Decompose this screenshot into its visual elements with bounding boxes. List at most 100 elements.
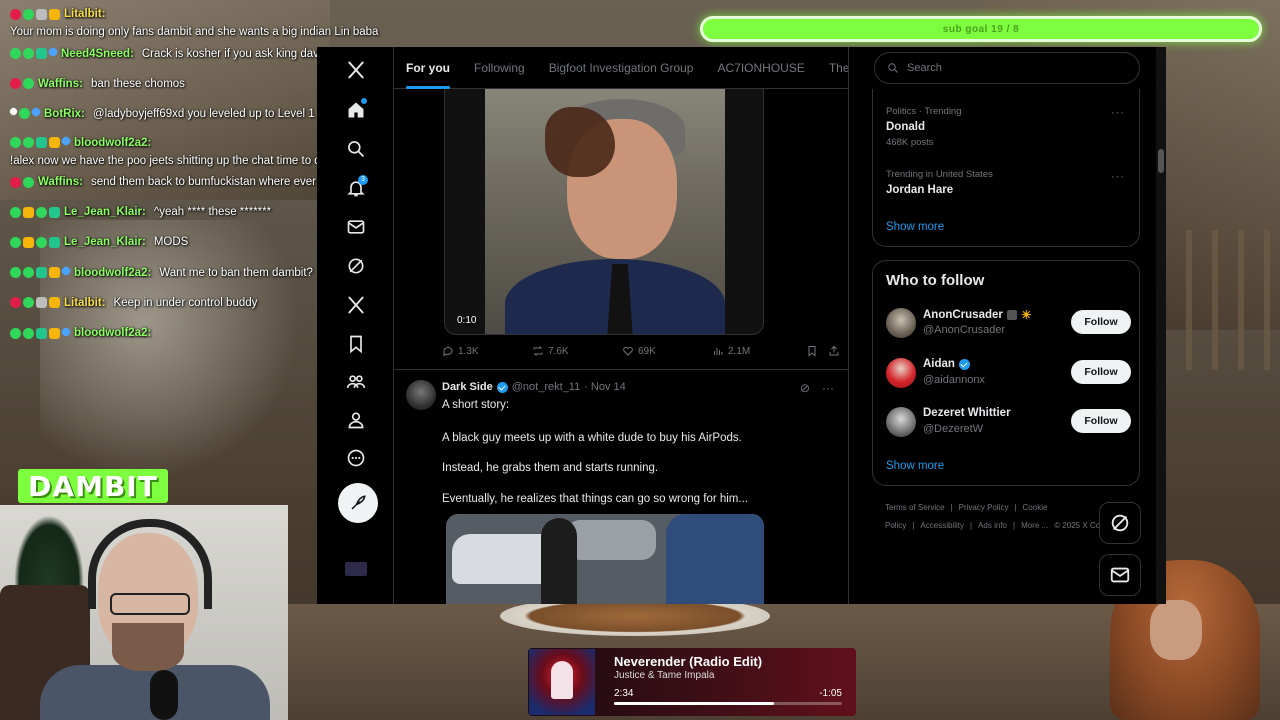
suggestion-avatar[interactable] [886, 358, 916, 388]
chat-username[interactable]: Waffins: [38, 78, 83, 90]
home-icon[interactable] [341, 95, 371, 125]
floating-messages-button[interactable] [1099, 554, 1141, 596]
x-logo-icon[interactable] [341, 55, 371, 85]
chat-username[interactable]: BotRix: [44, 108, 85, 120]
suggestion-avatar[interactable] [886, 407, 916, 437]
footer-separator: | [1014, 503, 1017, 512]
follow-button[interactable]: Follow [1071, 360, 1131, 384]
trends-show-more-link[interactable]: Show more [886, 221, 944, 233]
follow-suggestion[interactable]: Aidan @aidannonx Follow [886, 356, 1131, 390]
timeline-tab[interactable]: For you [394, 47, 462, 89]
chat-username[interactable]: Le_Jean_Klair: [64, 206, 146, 218]
chat-username[interactable]: Litalbit: [64, 8, 106, 20]
grok-explain-icon[interactable]: ⊘ [800, 381, 810, 395]
search-input[interactable]: Search [874, 52, 1140, 84]
profile-icon[interactable] [341, 405, 371, 435]
trend-name: Donald [886, 121, 925, 133]
webcam-streamer-beard [112, 623, 184, 671]
chat-username[interactable]: Need4Sneed: [61, 48, 134, 60]
repost-button[interactable]: 7.6K [532, 345, 569, 357]
chat-badges [10, 8, 60, 20]
heart-icon [623, 346, 633, 356]
share-button[interactable] [828, 345, 840, 357]
video-player[interactable]: 0:10 [444, 89, 764, 335]
track-artist: Justice & Tame Impala [614, 670, 715, 681]
search-icon [888, 63, 898, 73]
footer-link[interactable]: Privacy Policy [959, 503, 1009, 512]
reply-button[interactable]: 1.3K [442, 345, 479, 357]
follow-suggestion[interactable]: AnonCrusader ☀ @AnonCrusader Follow [886, 306, 1131, 340]
follow-button[interactable]: Follow [1071, 310, 1131, 334]
post-line: Eventually, he realizes that things can … [442, 492, 748, 505]
like-count: 69K [638, 345, 656, 357]
post-author-name[interactable]: Dark Side [442, 381, 493, 393]
grok-icon[interactable] [341, 251, 371, 281]
chat-badge-icon [23, 8, 34, 20]
footer-link[interactable]: More ... [1021, 521, 1048, 530]
follow-button[interactable]: Follow [1071, 409, 1131, 433]
chat-username[interactable]: bloodwolf2a2: [74, 327, 151, 339]
more-options-icon[interactable] [341, 443, 371, 473]
account-avatar[interactable] [345, 562, 367, 576]
premium-x-icon[interactable] [341, 290, 371, 320]
scrollbar-thumb[interactable] [1158, 149, 1164, 173]
verified-badge-icon [496, 381, 508, 393]
timeline-scrollbar[interactable] [1156, 47, 1166, 604]
timeline-tab[interactable]: Bigfoot Investigation Group [537, 47, 706, 89]
grok-icon [1111, 514, 1129, 532]
explore-search-icon[interactable] [341, 134, 371, 164]
chat-badge-icon [36, 297, 47, 309]
footer-link[interactable]: Terms of Service [885, 503, 945, 512]
footer-link[interactable]: Accessibility [920, 521, 964, 530]
suggestion-name: Dezeret Whittier [923, 407, 1011, 419]
chat-badge-icon [23, 206, 34, 218]
post-author-handle[interactable]: @not_rekt_11 [512, 381, 580, 393]
footer-separator: | [912, 521, 915, 530]
timeline-tab[interactable]: Following [462, 47, 537, 89]
chat-username[interactable]: Waffins: [38, 176, 83, 188]
chat-badge-icon [23, 267, 34, 279]
bookmark-post-button[interactable] [806, 345, 818, 357]
chat-username[interactable]: bloodwolf2a2: [74, 137, 151, 149]
chat-badge-icon [36, 267, 47, 279]
trend-more-icon[interactable]: ··· [1111, 171, 1125, 183]
dambit-logo-text: DAMBIT [28, 469, 158, 503]
dambit-logo: DAMBIT [18, 469, 168, 503]
chat-badges [10, 236, 60, 248]
footer-link[interactable]: Ads info [978, 521, 1007, 530]
post-line: A short story: [442, 399, 510, 411]
post-dark-side[interactable]: Dark Side @not_rekt_11 · Nov 14 ⊘ ··· A … [394, 369, 848, 604]
suggestion-handle: @DezeretW [923, 423, 984, 435]
notifications-bell-icon[interactable]: 3 [341, 173, 371, 203]
timeline-tab[interactable]: The l [817, 47, 848, 89]
post-more-icon[interactable]: ··· [822, 381, 834, 395]
follow-suggestion[interactable]: Dezeret Whittier @DezeretW Follow [886, 405, 1131, 439]
like-button[interactable]: 69K [622, 345, 656, 357]
home-unread-dot [361, 98, 367, 104]
chat-badge-icon [23, 297, 34, 309]
post-author-avatar[interactable] [406, 380, 436, 410]
chat-text: Want me to ban them dambit? [159, 266, 313, 279]
trend-item[interactable]: Trending in United States Jordan Hare [886, 169, 993, 196]
compose-post-button[interactable] [338, 483, 378, 523]
communities-icon[interactable] [341, 367, 371, 397]
chat-username[interactable]: bloodwolf2a2: [74, 267, 151, 279]
webcam-feed [0, 505, 288, 720]
bookmarks-icon[interactable] [341, 329, 371, 359]
trend-item[interactable]: Politics · Trending Donald 468K posts [886, 106, 962, 148]
suggestion-avatar[interactable] [886, 308, 916, 338]
chat-username[interactable]: Le_Jean_Klair: [64, 236, 146, 248]
floating-grok-button[interactable] [1099, 502, 1141, 544]
messages-envelope-icon[interactable] [341, 212, 371, 242]
chat-badge-icon [10, 206, 21, 218]
trend-more-icon[interactable]: ··· [1111, 107, 1125, 119]
who-to-follow-show-more-link[interactable]: Show more [886, 460, 944, 472]
chat-message: Litalbit: Your mom is doing only fans dam… [10, 8, 410, 38]
chat-username[interactable]: Litalbit: [64, 297, 106, 309]
views-button[interactable]: 2.1M [712, 345, 750, 357]
post-media-image[interactable] [446, 514, 764, 604]
timeline-tab[interactable]: AC7IONHOUSE [705, 47, 816, 89]
chat-text: ^yeah **** these ******* [153, 206, 272, 219]
x-app-window: 3 For you Following Bigfoot Investigation [317, 47, 1166, 604]
bookmark-icon [808, 346, 816, 357]
